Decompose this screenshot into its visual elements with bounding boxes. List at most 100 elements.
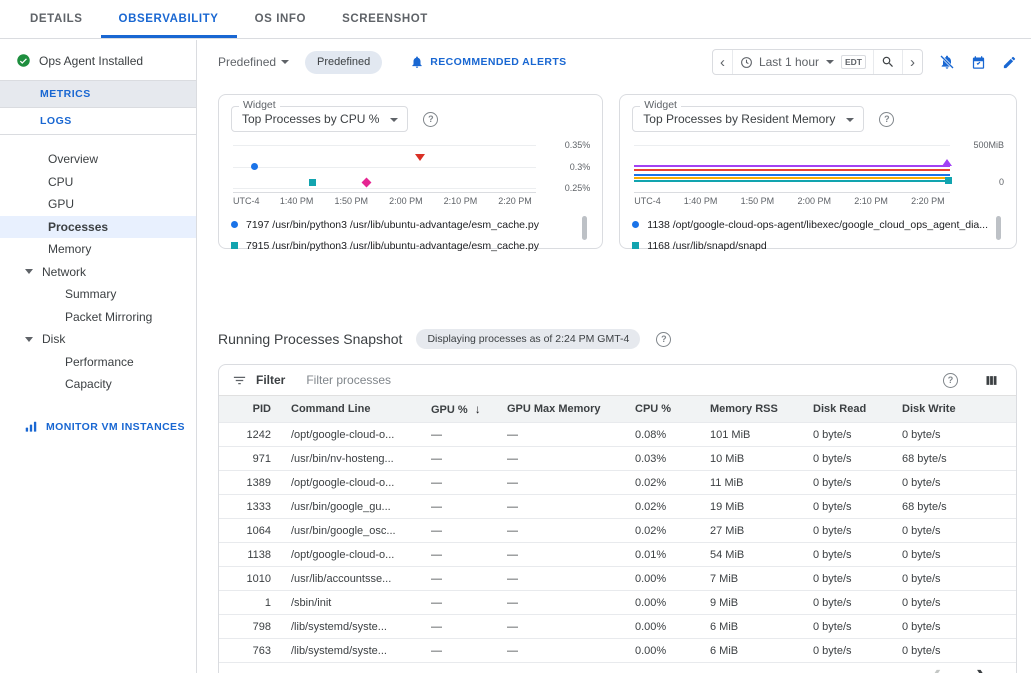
table-cell: — bbox=[497, 615, 625, 639]
sidebar-nav: Overview CPU GPU Processes Memory Networ… bbox=[0, 148, 196, 396]
monitor-vm-instances-link[interactable]: MONITOR VM INSTANCES bbox=[0, 420, 196, 434]
table-cell: 0 byte/s bbox=[803, 543, 892, 567]
processes-table: PID Command Line GPU % ↓ GPU Max Memory C… bbox=[219, 396, 1016, 662]
table-cell: 6 MiB bbox=[700, 639, 803, 663]
alerts-off-button[interactable] bbox=[939, 54, 955, 70]
table-cell: — bbox=[497, 543, 625, 567]
table-row[interactable]: 1333/usr/bin/google_gu...——0.02%19 MiB0 … bbox=[219, 495, 1016, 519]
table-cell: 0 byte/s bbox=[803, 615, 892, 639]
table-cell: 0 byte/s bbox=[892, 591, 1016, 615]
legend-scrollbar[interactable] bbox=[582, 216, 587, 240]
edit-dashboard-button[interactable] bbox=[1002, 55, 1017, 70]
x-tick: 2:20 PM bbox=[911, 196, 945, 206]
help-icon[interactable]: ? bbox=[423, 112, 438, 127]
col-header-memory-rss[interactable]: Memory RSS bbox=[700, 396, 803, 423]
table-cell: 0.00% bbox=[625, 567, 700, 591]
col-header-cpu[interactable]: CPU % bbox=[625, 396, 700, 423]
table-header-row: PID Command Line GPU % ↓ GPU Max Memory C… bbox=[219, 396, 1016, 423]
legend-marker-teal bbox=[231, 242, 238, 249]
metrics-button[interactable]: METRICS bbox=[0, 81, 196, 108]
col-header-gpu[interactable]: GPU % ↓ bbox=[421, 396, 497, 423]
sidebar-item-cpu[interactable]: CPU bbox=[0, 171, 196, 194]
tab-observability[interactable]: OBSERVABILITY bbox=[101, 0, 237, 38]
table-row[interactable]: 1138/opt/google-cloud-o...——0.01%54 MiB0… bbox=[219, 543, 1016, 567]
table-row[interactable]: 1064/usr/bin/google_osc...——0.02%27 MiB0… bbox=[219, 519, 1016, 543]
series-line-teal bbox=[634, 180, 950, 182]
tab-os-info[interactable]: OS INFO bbox=[237, 0, 324, 38]
sort-descending-icon: ↓ bbox=[475, 402, 481, 416]
help-icon[interactable]: ? bbox=[879, 112, 894, 127]
series-point-blue bbox=[251, 163, 258, 170]
legend-scrollbar[interactable] bbox=[996, 216, 1001, 240]
recommended-alerts-button[interactable]: RECOMMENDED ALERTS bbox=[410, 55, 566, 69]
legend-item[interactable]: 1138 /opt/google-cloud-ops-agent/libexec… bbox=[632, 214, 988, 235]
time-range-label: Last 1 hour bbox=[759, 55, 819, 69]
series-line-blue bbox=[634, 174, 950, 176]
sidebar-item-summary[interactable]: Summary bbox=[0, 283, 196, 306]
time-search-button[interactable] bbox=[873, 50, 902, 74]
sidebar-item-capacity[interactable]: Capacity bbox=[0, 373, 196, 396]
table-cell: 0.02% bbox=[625, 495, 700, 519]
series-marker-red bbox=[415, 154, 425, 161]
sidebar-item-overview[interactable]: Overview bbox=[0, 148, 196, 171]
col-header-disk-read[interactable]: Disk Read bbox=[803, 396, 892, 423]
table-row[interactable]: 763/lib/systemd/syste...——0.00%6 MiB0 by… bbox=[219, 639, 1016, 663]
table-row[interactable]: 798/lib/systemd/syste...——0.00%6 MiB0 by… bbox=[219, 615, 1016, 639]
sidebar-item-network[interactable]: Network bbox=[0, 261, 196, 284]
predefined-chip[interactable]: Predefined bbox=[305, 51, 382, 74]
legend-item[interactable]: 7197 /usr/bin/python3 /usr/lib/ubuntu-ad… bbox=[231, 214, 574, 235]
table-row[interactable]: 1242/opt/google-cloud-o...——0.08%101 MiB… bbox=[219, 423, 1016, 447]
widget-metric-select[interactable]: Widget Top Processes by CPU % bbox=[231, 106, 408, 132]
legend-label: 1138 /opt/google-cloud-ops-agent/libexec… bbox=[647, 219, 988, 231]
col-header-gpu-label: GPU % bbox=[431, 404, 468, 416]
col-header-pid[interactable]: PID bbox=[219, 396, 281, 423]
predefined-dropdown[interactable]: Predefined bbox=[218, 55, 289, 69]
time-forward-button[interactable]: › bbox=[902, 50, 922, 74]
widget-metric-select[interactable]: Widget Top Processes by Resident Memory bbox=[632, 106, 864, 132]
table-cell: /lib/systemd/syste... bbox=[281, 639, 421, 663]
table-cell: 68 byte/s bbox=[892, 495, 1016, 519]
widget-row: Widget Top Processes by CPU % ? 0.35% bbox=[218, 94, 1017, 249]
series-marker-purple bbox=[942, 159, 952, 166]
legend-item[interactable]: 7915 /usr/bin/python3 /usr/lib/ubuntu-ad… bbox=[231, 235, 574, 256]
filter-processes-input[interactable] bbox=[304, 372, 934, 388]
chevron-down-icon bbox=[281, 60, 289, 64]
table-cell: 0 byte/s bbox=[803, 519, 892, 543]
time-controls: ‹ Last 1 hour EDT › bbox=[712, 49, 1017, 75]
sidebar-item-processes[interactable]: Processes bbox=[0, 216, 196, 239]
table-cell: — bbox=[497, 639, 625, 663]
help-icon[interactable]: ? bbox=[656, 332, 671, 347]
widget-select-value: Top Processes by Resident Memory bbox=[643, 112, 835, 126]
column-settings-icon[interactable] bbox=[984, 373, 999, 388]
sidebar-item-performance[interactable]: Performance bbox=[0, 351, 196, 374]
col-header-gpu-max-memory[interactable]: GPU Max Memory bbox=[497, 396, 625, 423]
sidebar-item-packet-mirroring[interactable]: Packet Mirroring bbox=[0, 306, 196, 329]
table-cell: — bbox=[421, 543, 497, 567]
table-cell: 0.08% bbox=[625, 423, 700, 447]
help-icon[interactable]: ? bbox=[943, 373, 958, 388]
calendar-button[interactable] bbox=[971, 55, 986, 70]
time-back-button[interactable]: ‹ bbox=[713, 50, 732, 74]
tab-screenshot[interactable]: SCREENSHOT bbox=[324, 0, 446, 38]
legend-item[interactable]: 1168 /usr/lib/snapd/snapd bbox=[632, 235, 988, 256]
x-tick: 1:40 PM bbox=[684, 196, 718, 206]
chevron-down-icon bbox=[25, 337, 33, 342]
table-cell: 0 byte/s bbox=[892, 543, 1016, 567]
table-row[interactable]: 1010/usr/lib/accountsse...——0.00%7 MiB0 … bbox=[219, 567, 1016, 591]
tab-details[interactable]: DETAILS bbox=[12, 0, 101, 38]
table-cell: 0.00% bbox=[625, 639, 700, 663]
sidebar-item-memory[interactable]: Memory bbox=[0, 238, 196, 261]
time-range-selector[interactable]: Last 1 hour EDT bbox=[732, 50, 873, 74]
table-row[interactable]: 1/sbin/init——0.00%9 MiB0 byte/s0 byte/s bbox=[219, 591, 1016, 615]
table-toolbar-icons: ? bbox=[943, 373, 1003, 388]
sidebar-item-disk[interactable]: Disk bbox=[0, 328, 196, 351]
table-row[interactable]: 1389/opt/google-cloud-o...——0.02%11 MiB0… bbox=[219, 471, 1016, 495]
table-cell: 27 MiB bbox=[700, 519, 803, 543]
table-row[interactable]: 971/usr/bin/nv-hosteng...——0.03%10 MiB0 … bbox=[219, 447, 1016, 471]
y-tick: 0.25% bbox=[540, 184, 590, 193]
table-cell: 0.00% bbox=[625, 591, 700, 615]
col-header-command-line[interactable]: Command Line bbox=[281, 396, 421, 423]
col-header-disk-write[interactable]: Disk Write bbox=[892, 396, 1016, 423]
sidebar-item-gpu[interactable]: GPU bbox=[0, 193, 196, 216]
logs-button[interactable]: LOGS bbox=[0, 108, 196, 135]
